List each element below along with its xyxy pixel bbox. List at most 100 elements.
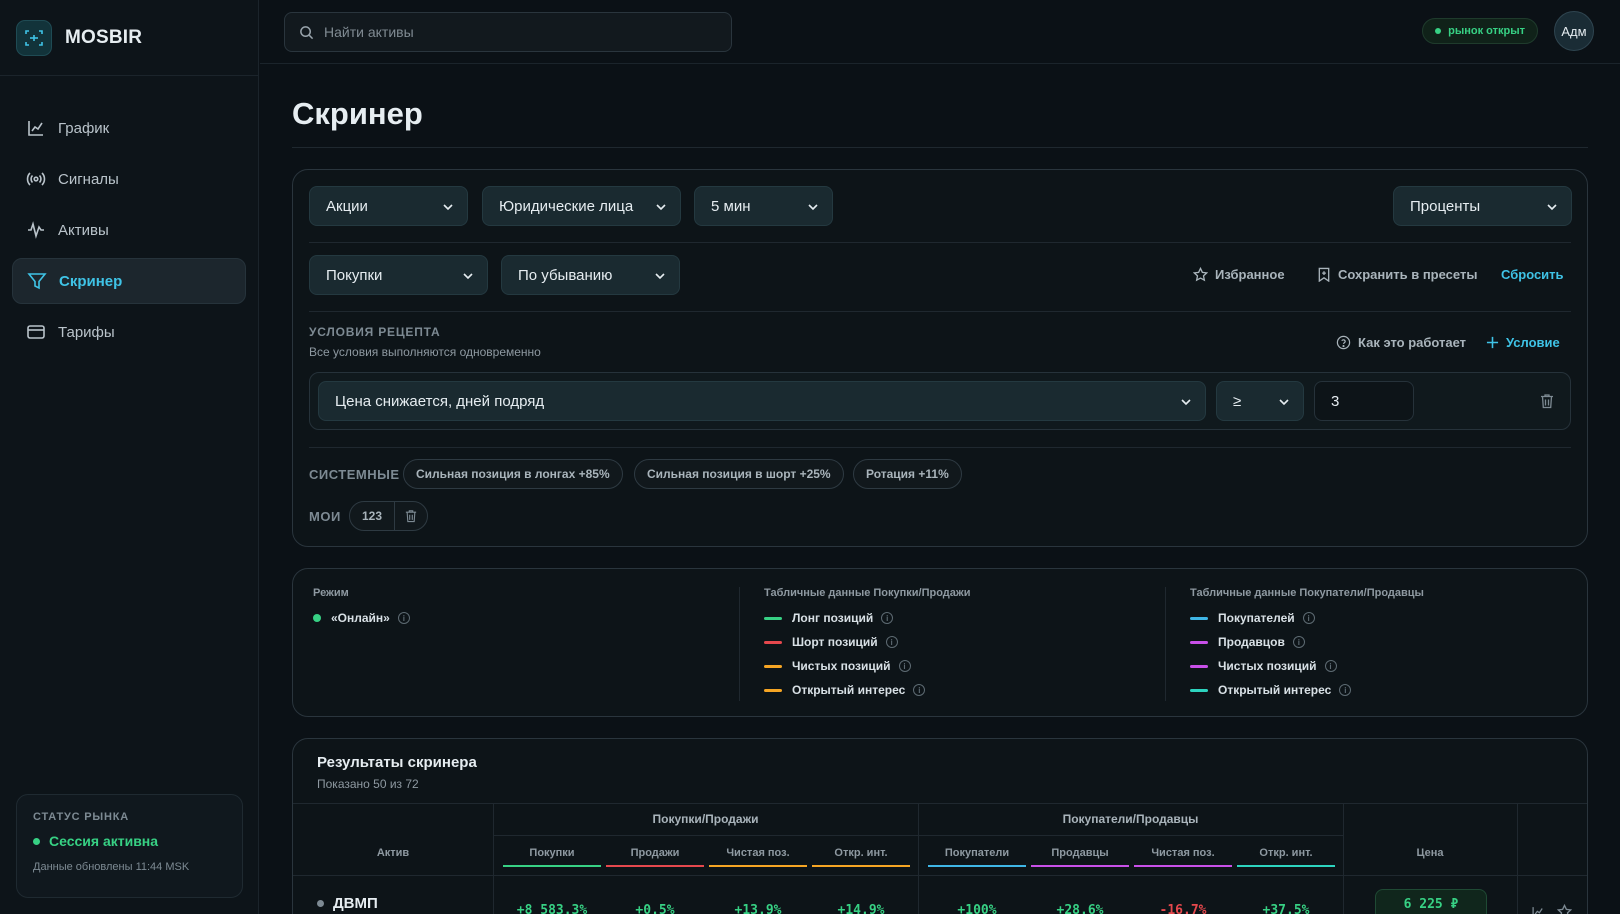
logo[interactable]: MOSBIR bbox=[0, 0, 258, 76]
sidebar: MOSBIR График Сигналы Активы Скринер Тар… bbox=[0, 0, 259, 914]
avatar[interactable]: Адм bbox=[1554, 11, 1594, 51]
legend-swatch bbox=[764, 664, 782, 668]
help-circle-icon bbox=[1336, 335, 1351, 350]
status-dot bbox=[313, 614, 321, 622]
column-header[interactable]: Продажи bbox=[606, 847, 704, 859]
trash-icon[interactable] bbox=[405, 509, 417, 523]
sidebar-item-chart[interactable]: График bbox=[12, 105, 246, 151]
sidebar-item-label: Сигналы bbox=[58, 170, 119, 188]
info-icon[interactable]: i bbox=[397, 612, 410, 624]
chart-line-icon bbox=[28, 121, 43, 136]
chevron-down-icon bbox=[443, 204, 453, 211]
sidebar-item-tariffs[interactable]: Тарифы bbox=[12, 309, 246, 355]
chip-label: Сильная позиция в лонгах +85% bbox=[416, 467, 610, 481]
legend-swatch bbox=[764, 616, 782, 620]
select-value: 5 мин bbox=[711, 197, 751, 215]
table-cell: +13.9% bbox=[734, 903, 782, 914]
info-icon[interactable]: i bbox=[1302, 612, 1315, 624]
select-value: Проценты bbox=[1410, 197, 1481, 215]
sort-by-select[interactable]: Покупки bbox=[309, 255, 488, 295]
star-icon bbox=[1193, 267, 1208, 282]
results-panel: Результаты скринера Показано 50 из 72 По… bbox=[292, 738, 1588, 914]
column-header[interactable]: Покупки bbox=[503, 847, 601, 859]
add-condition-button[interactable]: Условие bbox=[1486, 335, 1560, 350]
order-select[interactable]: По убыванию bbox=[501, 255, 680, 295]
star-icon[interactable] bbox=[1557, 904, 1572, 914]
condition-field-select[interactable]: Цена снижается, дней подряд bbox=[318, 381, 1206, 421]
system-preset-chip[interactable]: Ротация +11% bbox=[853, 459, 962, 489]
legend-col-title: Табличные данные Покупки/Продажи bbox=[764, 587, 971, 599]
group-header-buys-sells: Покупки/Продажи bbox=[652, 812, 759, 826]
status-dot bbox=[1435, 28, 1442, 34]
divider bbox=[739, 587, 740, 701]
search-icon bbox=[300, 25, 314, 39]
condition-operator-select[interactable]: ≥ bbox=[1216, 381, 1304, 421]
reset-button[interactable]: Сбросить bbox=[1501, 267, 1564, 282]
divider bbox=[292, 147, 1588, 148]
system-preset-chip[interactable]: Сильная позиция в шорт +25% bbox=[634, 459, 844, 489]
trash-icon[interactable] bbox=[1540, 393, 1554, 409]
search-input[interactable] bbox=[324, 24, 704, 40]
legend-swatch bbox=[1190, 664, 1208, 668]
sidebar-item-assets[interactable]: Активы bbox=[12, 207, 246, 253]
system-preset-chip[interactable]: Сильная позиция в лонгах +85% bbox=[403, 459, 623, 489]
divider bbox=[1165, 587, 1166, 701]
column-header[interactable]: Откр. инт. bbox=[1237, 847, 1335, 859]
units-select[interactable]: Проценты bbox=[1393, 186, 1572, 226]
page-title: Скринер bbox=[292, 96, 423, 131]
column-header[interactable]: Откр. инт. bbox=[812, 847, 910, 859]
column-header-price[interactable]: Цена bbox=[1343, 847, 1517, 859]
search-box[interactable] bbox=[284, 12, 732, 52]
filter-icon bbox=[27, 273, 47, 290]
mode-value: «Онлайн» bbox=[331, 611, 390, 625]
sidebar-item-signals[interactable]: Сигналы bbox=[12, 156, 246, 202]
chevron-down-icon bbox=[463, 273, 473, 280]
asset-cell[interactable]: ДВМП bbox=[317, 895, 378, 912]
session-text: Сессия активна bbox=[49, 833, 159, 849]
interval-select[interactable]: 5 мин bbox=[694, 186, 833, 226]
column-header[interactable]: Продавцы bbox=[1031, 847, 1129, 859]
status-dot bbox=[317, 900, 324, 907]
info-icon[interactable]: i bbox=[898, 660, 911, 672]
column-header-asset[interactable]: Актив bbox=[293, 847, 493, 859]
legend-item: Шорт позиций i bbox=[764, 635, 898, 649]
my-preset-chip[interactable]: 123 bbox=[349, 501, 429, 531]
market-status-text: рынок открыт bbox=[1448, 25, 1525, 37]
sidebar-item-screener[interactable]: Скринер bbox=[12, 258, 246, 304]
info-icon[interactable]: i bbox=[885, 636, 898, 648]
info-icon[interactable]: i bbox=[1339, 684, 1352, 696]
card-icon bbox=[27, 325, 45, 339]
results-count: Показано 50 из 72 bbox=[317, 777, 419, 791]
legend-label: Открытый интерес bbox=[1218, 683, 1332, 697]
legend-item: Открытый интерес i bbox=[1190, 683, 1352, 697]
column-underline bbox=[606, 865, 704, 867]
column-header[interactable]: Покупатели bbox=[928, 847, 1026, 859]
save-preset-button[interactable]: Сохранить в пресеты bbox=[1317, 267, 1477, 282]
topbar: рынок открыт Адм bbox=[260, 0, 1620, 64]
mode-online: «Онлайн» i bbox=[313, 611, 410, 625]
column-header[interactable]: Чистая поз. bbox=[709, 847, 807, 859]
table-cell: +37.5% bbox=[1262, 903, 1310, 914]
avatar-text: Адм bbox=[1561, 23, 1587, 39]
column-underline bbox=[709, 865, 807, 867]
chart-line-icon[interactable] bbox=[1531, 905, 1545, 914]
info-icon[interactable]: i bbox=[913, 684, 926, 696]
asset-type-select[interactable]: Акции bbox=[309, 186, 468, 226]
divider bbox=[293, 875, 1587, 876]
legend-swatch bbox=[764, 688, 782, 692]
app-name: MOSBIR bbox=[65, 26, 143, 48]
chevron-down-icon bbox=[655, 273, 665, 280]
legend-label: Продавцов bbox=[1218, 635, 1285, 649]
info-icon[interactable]: i bbox=[1324, 660, 1337, 672]
condition-value-input[interactable]: 3 bbox=[1314, 381, 1414, 421]
favorites-button[interactable]: Избранное bbox=[1193, 267, 1285, 282]
legend-swatch bbox=[1190, 616, 1208, 620]
info-icon[interactable]: i bbox=[1292, 636, 1305, 648]
column-header[interactable]: Чистая поз. bbox=[1134, 847, 1232, 859]
select-value: Юридические лица bbox=[499, 197, 634, 215]
sidebar-item-label: Активы bbox=[58, 221, 109, 239]
legend-swatch bbox=[1190, 688, 1208, 692]
info-icon[interactable]: i bbox=[881, 612, 894, 624]
how-it-works-link[interactable]: Как это работает bbox=[1336, 335, 1466, 350]
participant-select[interactable]: Юридические лица bbox=[482, 186, 681, 226]
